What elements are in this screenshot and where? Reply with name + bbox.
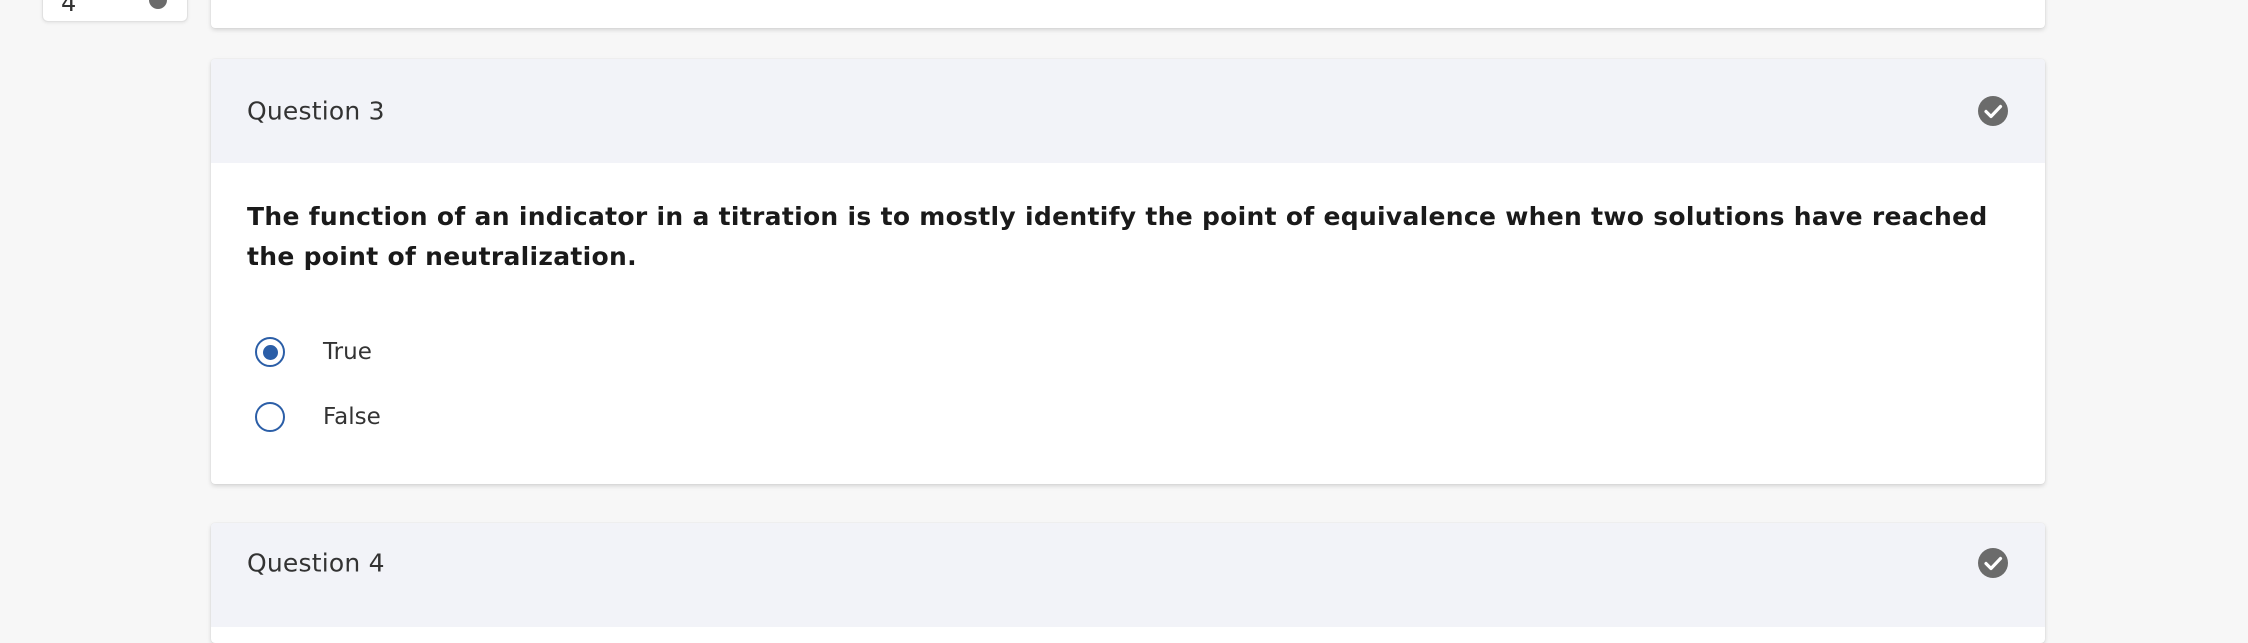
question-card: Question 3 The function of an indicator … (211, 59, 2045, 484)
question-title: Question 4 (247, 548, 385, 578)
radio-button[interactable] (255, 402, 285, 432)
question-prompt: The function of an indicator in a titrat… (247, 202, 1988, 271)
navigator-item-number: 4 (61, 0, 77, 17)
question-title: Question 3 (247, 96, 385, 126)
check-circle-icon (1978, 548, 2008, 578)
answer-option-label: True (323, 339, 372, 365)
answer-option-false[interactable]: False (255, 399, 381, 435)
question-header[interactable]: Question 3 (211, 59, 2045, 163)
previous-question-card (211, 0, 2045, 28)
answered-indicator-icon (149, 0, 167, 9)
question-header[interactable]: Question 4 (211, 523, 2045, 627)
question-navigator-item[interactable]: 4 (42, 0, 188, 22)
check-circle-icon (1978, 96, 2008, 126)
answer-option-true[interactable]: True (255, 334, 372, 370)
question-card: Question 4 (211, 523, 2045, 643)
radio-button-selected[interactable] (255, 337, 285, 367)
answer-option-label: False (323, 404, 381, 430)
